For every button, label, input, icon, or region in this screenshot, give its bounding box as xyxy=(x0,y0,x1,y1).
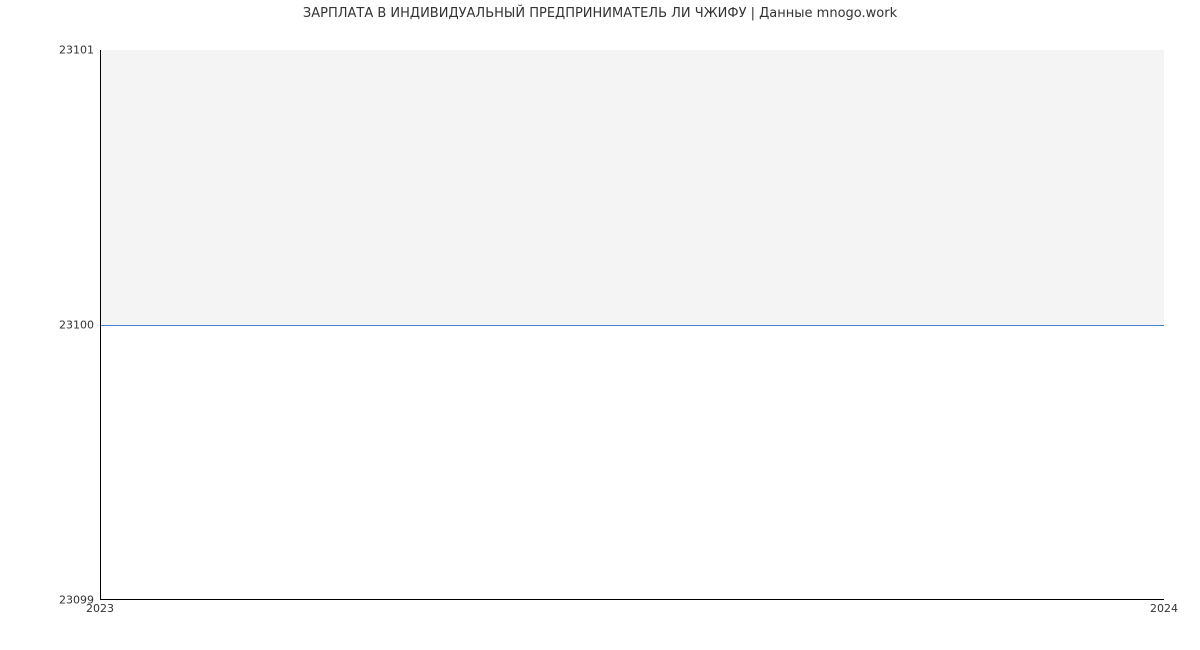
chart-container: ЗАРПЛАТА В ИНДИВИДУАЛЬНЫЙ ПРЕДПРИНИМАТЕЛ… xyxy=(0,0,1200,650)
area-fill xyxy=(101,50,1164,325)
y-tick-label: 23099 xyxy=(4,594,94,607)
chart-title: ЗАРПЛАТА В ИНДИВИДУАЛЬНЫЙ ПРЕДПРИНИМАТЕЛ… xyxy=(0,6,1200,21)
x-tick-label: 2024 xyxy=(1150,602,1178,615)
plot-area xyxy=(100,50,1164,600)
x-tick-label: 2023 xyxy=(86,602,114,615)
line-series xyxy=(101,325,1164,326)
y-tick-label: 23100 xyxy=(4,319,94,332)
y-tick-label: 23101 xyxy=(4,44,94,57)
